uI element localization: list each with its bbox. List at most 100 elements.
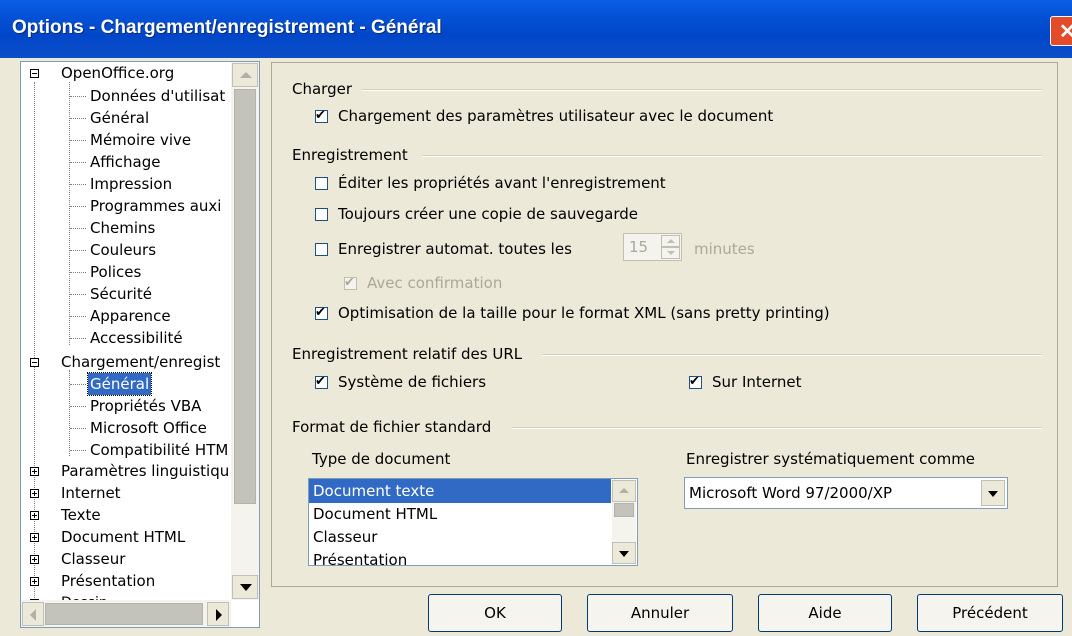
- scroll-right-icon: [216, 609, 222, 621]
- edit-properties-label: Éditer les propriétés avant l'enregistre…: [338, 174, 666, 192]
- scroll-right-button[interactable]: [207, 602, 229, 626]
- collapse-icon[interactable]: [30, 358, 39, 367]
- save-as-label: Enregistrer systématiquement comme: [686, 450, 976, 468]
- tree-item-paths[interactable]: Chemins: [90, 217, 155, 239]
- scroll-down-icon: [619, 551, 629, 557]
- window-title: Options - Chargement/enregistrement - Gé…: [12, 17, 442, 38]
- chevron-down-icon: [988, 491, 998, 497]
- scroll-up-icon: [240, 72, 252, 78]
- separator: [362, 89, 1042, 91]
- scroll-down-icon: [240, 584, 252, 591]
- tree-item-user-data[interactable]: Données d'utilisat: [90, 85, 225, 107]
- tree-item-accessibility[interactable]: Accessibilité: [90, 327, 183, 349]
- cancel-button[interactable]: Annuler: [587, 594, 733, 632]
- title-bar: Options - Chargement/enregistrement - Gé…: [0, 0, 1072, 58]
- tree-item-display[interactable]: Affichage: [90, 151, 160, 173]
- backup-label: Toujours créer une copie de sauvegarde: [338, 205, 638, 223]
- tree-item-memory[interactable]: Mémoire vive: [90, 129, 191, 151]
- scroll-up-button[interactable]: [232, 63, 258, 87]
- expand-icon[interactable]: [30, 467, 39, 476]
- tree-item-load-save-general[interactable]: Général: [86, 372, 153, 396]
- tree-item-helper-programs[interactable]: Programmes auxi: [90, 195, 221, 217]
- tree-item-appearance[interactable]: Apparence: [90, 305, 171, 327]
- tree-item-ms-office[interactable]: Microsoft Office: [90, 417, 207, 439]
- spin-up-button[interactable]: [661, 235, 680, 247]
- autosave-label: Enregistrer automat. toutes les: [338, 240, 572, 258]
- scroll-thumb-horizontal[interactable]: [45, 603, 203, 625]
- autosave-unit: minutes: [694, 240, 755, 258]
- list-scroll-down-button[interactable]: [612, 542, 636, 564]
- save-as-value: Microsoft Word 97/2000/XP: [689, 484, 893, 502]
- list-scrollbar[interactable]: [612, 480, 636, 564]
- filesystem-checkbox[interactable]: ✔: [315, 374, 328, 389]
- save-as-dropdown[interactable]: Microsoft Word 97/2000/XP: [684, 477, 1008, 509]
- tree-item-fonts[interactable]: Polices: [90, 261, 141, 283]
- expand-icon[interactable]: [30, 577, 39, 586]
- dropdown-button[interactable]: [981, 480, 1005, 506]
- tree-horizontal-scrollbar[interactable]: [21, 600, 231, 627]
- list-item[interactable]: Document HTML: [313, 502, 437, 526]
- confirm-checkbox[interactable]: ✔: [344, 275, 357, 290]
- internet-label: Sur Internet: [712, 373, 802, 391]
- close-button[interactable]: ✕: [1050, 16, 1072, 46]
- tree-item-spreadsheet[interactable]: Classeur: [61, 548, 125, 570]
- tree-line: [34, 82, 35, 600]
- tree-item-html-document[interactable]: Document HTML: [61, 526, 185, 548]
- autosave-minutes-value: 15: [629, 238, 649, 256]
- xml-optimization-checkbox[interactable]: ✔: [315, 305, 328, 320]
- doc-type-label: Type de document: [312, 450, 451, 468]
- doc-type-list[interactable]: Document texte Document HTML Classeur Pr…: [308, 478, 638, 566]
- scroll-left-button[interactable]: [22, 602, 44, 626]
- expand-icon[interactable]: [30, 511, 39, 520]
- ok-button[interactable]: OK: [428, 594, 562, 632]
- tree-item-internet[interactable]: Internet: [61, 482, 121, 504]
- tree-item-colors[interactable]: Couleurs: [90, 239, 156, 261]
- tree-line: [69, 370, 70, 456]
- autosave-checkbox[interactable]: [315, 243, 328, 256]
- tree-item-print[interactable]: Impression: [90, 173, 172, 195]
- filesystem-label: Système de fichiers: [338, 373, 487, 391]
- backup-checkbox[interactable]: [315, 208, 328, 221]
- list-scroll-up-button[interactable]: [612, 480, 636, 502]
- section-title-url: Enregistrement relatif des URL: [292, 345, 523, 363]
- tree-item-html-compat[interactable]: Compatibilité HTM: [90, 439, 228, 461]
- tree-item-language[interactable]: Paramètres linguistiqu: [61, 460, 229, 482]
- xml-optimization-label: Optimisation de la taille pour le format…: [338, 304, 830, 322]
- edit-properties-checkbox[interactable]: [315, 177, 328, 190]
- scroll-down-button[interactable]: [232, 575, 258, 599]
- separator: [422, 155, 1042, 157]
- expand-icon[interactable]: [30, 555, 39, 564]
- scroll-left-icon: [30, 609, 36, 621]
- autosave-minutes-spinner[interactable]: 15: [623, 233, 682, 261]
- spin-up-icon: [667, 239, 675, 243]
- tree-item-load-save[interactable]: Chargement/enregist: [61, 351, 220, 373]
- tree-item-text[interactable]: Texte: [61, 504, 101, 526]
- confirm-label: Avec confirmation: [367, 274, 503, 292]
- list-item[interactable]: Document texte: [309, 479, 611, 503]
- options-tree[interactable]: OpenOffice.org Données d'utilisat Généra…: [20, 61, 260, 628]
- tree-item-vba[interactable]: Propriétés VBA: [90, 395, 201, 417]
- expand-icon[interactable]: [30, 533, 39, 542]
- spin-down-icon: [667, 251, 675, 255]
- help-button[interactable]: Aide: [758, 594, 892, 632]
- scroll-thumb[interactable]: [234, 89, 256, 504]
- expand-icon[interactable]: [30, 489, 39, 498]
- section-title-format: Format de fichier standard: [292, 418, 492, 436]
- tree-item-presentation[interactable]: Présentation: [61, 570, 155, 592]
- tree-item-security[interactable]: Sécurité: [90, 283, 152, 305]
- spin-down-button[interactable]: [661, 247, 680, 259]
- separator: [512, 427, 1042, 429]
- internet-checkbox[interactable]: ✔: [689, 374, 702, 389]
- close-icon: ✕: [1059, 21, 1072, 43]
- tree-vertical-scrollbar[interactable]: [231, 62, 259, 600]
- list-item[interactable]: Classeur: [313, 525, 377, 549]
- collapse-icon[interactable]: [30, 69, 39, 78]
- separator: [542, 354, 1042, 356]
- back-button[interactable]: Précédent: [917, 594, 1063, 632]
- load-user-settings-checkbox[interactable]: ✔: [315, 108, 328, 123]
- list-scroll-thumb[interactable]: [614, 503, 634, 517]
- tree-item-general[interactable]: Général: [90, 107, 149, 129]
- list-item[interactable]: Présentation: [313, 548, 407, 565]
- tree-item-openoffice[interactable]: OpenOffice.org: [61, 62, 174, 84]
- load-user-settings-label: Chargement des paramètres utilisateur av…: [338, 107, 774, 125]
